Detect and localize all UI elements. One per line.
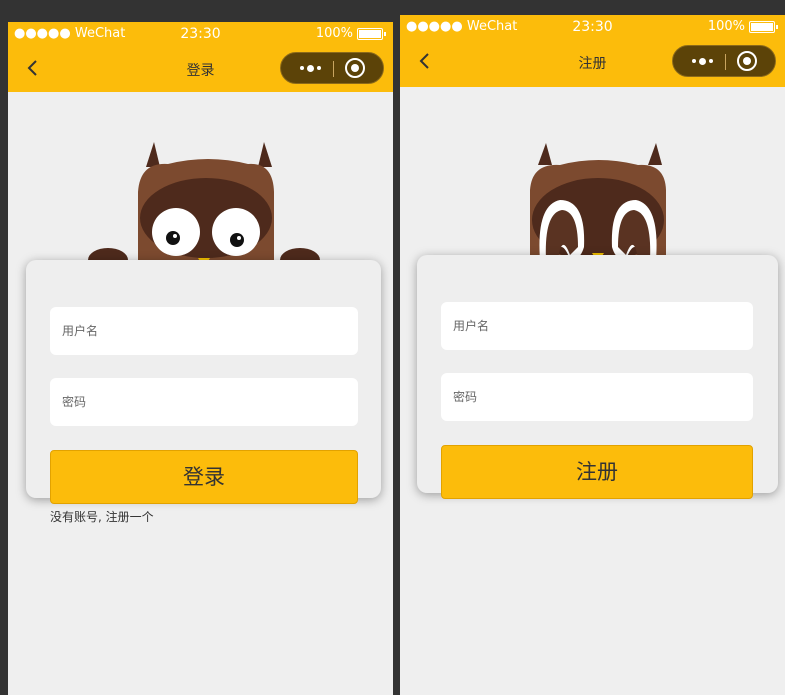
password-input[interactable]: 密码 [50, 378, 358, 426]
login-screen: ●●●●● WeChat 23:30 100% 登录 用户名 密码 登录 没有账… [8, 22, 393, 695]
register-screen: ●●●●● WeChat 23:30 100% 注册 用户名 密码 注册 [400, 15, 785, 695]
register-button[interactable]: 注册 [441, 445, 753, 499]
username-input[interactable]: 用户名 [50, 307, 358, 355]
username-input[interactable]: 用户名 [441, 302, 753, 350]
login-card: 用户名 密码 登录 [26, 260, 381, 504]
login-button[interactable]: 登录 [50, 450, 358, 504]
register-card: 用户名 密码 注册 [417, 255, 778, 499]
register-link[interactable]: 没有账号, 注册一个 [50, 508, 154, 525]
password-input[interactable]: 密码 [441, 373, 753, 421]
